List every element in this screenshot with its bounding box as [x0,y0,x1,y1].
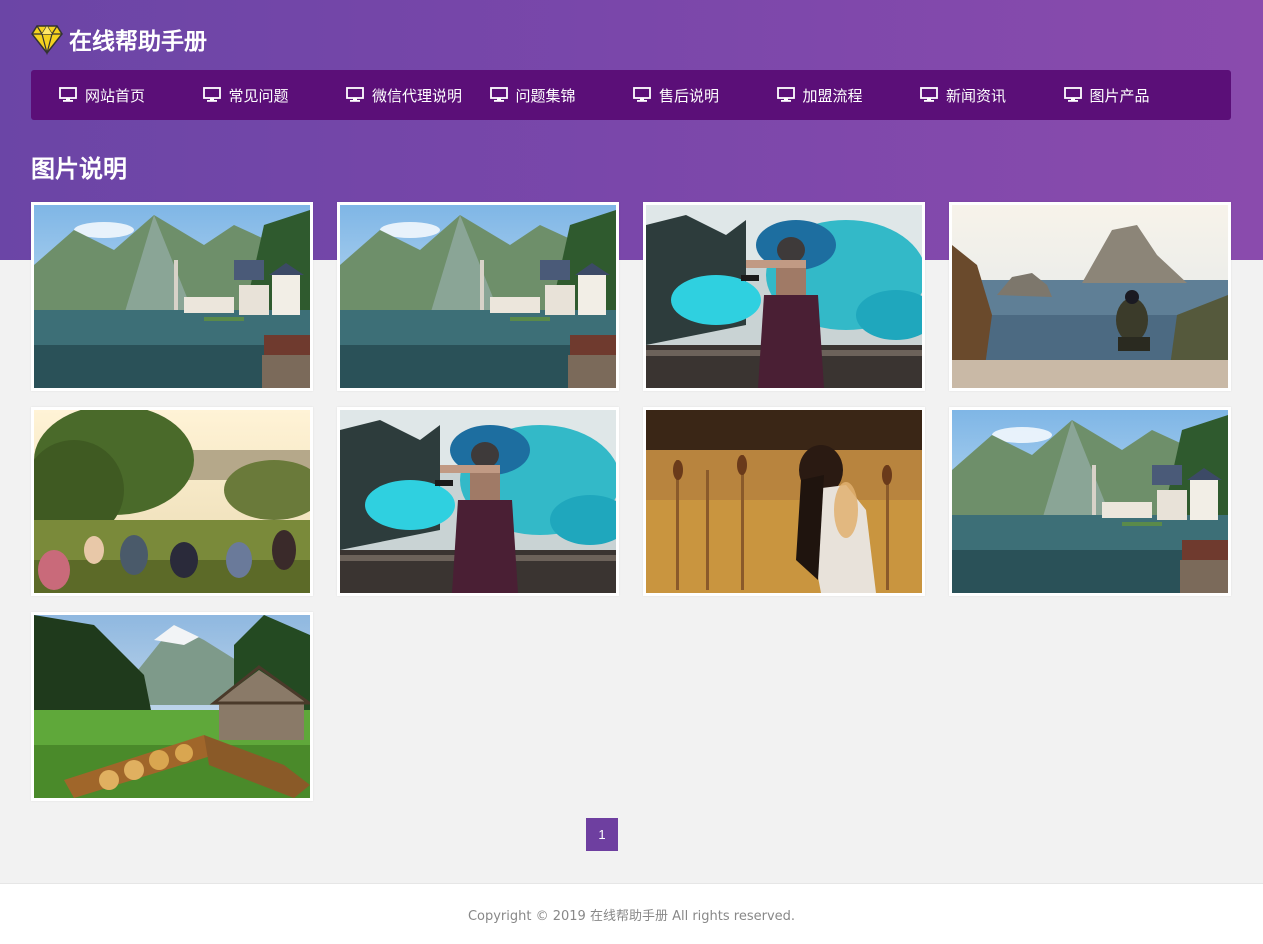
monitor-icon [776,87,795,102]
diamond-icon [31,24,63,56]
nav-item-after-sales[interactable]: 售后说明 [633,85,777,106]
nav-item-home[interactable]: 网站首页 [59,85,203,106]
monitor-icon [489,87,508,102]
photo-card[interactable] [643,407,925,596]
nav-item-wechat-agent[interactable]: 微信代理说明 [346,85,490,106]
photo-card[interactable] [31,612,313,801]
photo-card[interactable] [31,407,313,596]
smoke-girl-photo [340,410,616,593]
photo-card[interactable] [337,407,619,596]
monitor-icon [59,87,77,102]
photo-card[interactable] [949,202,1231,391]
monitor-icon [633,87,651,102]
nav-item-label: 网站首页 [85,86,146,105]
nav-item-label: 问题集锦 [515,86,576,105]
nav-item-label: 常见问题 [228,86,289,105]
photo-card[interactable] [31,202,313,391]
lake-village-photo [34,205,310,388]
monitor-icon [1063,87,1082,102]
nav-item-label: 图片产品 [1089,86,1150,105]
sea-rock-photo [952,205,1228,388]
nav-item-label: 加盟流程 [802,86,863,105]
nav-item-picture-products[interactable]: 图片产品 [1063,85,1208,106]
photo-card[interactable] [643,202,925,391]
nav-item-news[interactable]: 新闻资讯 [920,85,1064,106]
main-nav: 网站首页 常见问题 微信代理说明 问题集锦 售后说明 加盟流程 新闻资讯 图片产… [31,70,1231,120]
footer: Copyright © 2019 在线帮助手册 All rights reser… [0,883,1263,944]
copyright-text: Copyright © 2019 在线帮助手册 All rights reser… [467,908,796,924]
park-crowd-photo [34,410,310,593]
photo-card[interactable] [949,407,1231,596]
monitor-icon [346,87,364,102]
nav-item-franchise[interactable]: 加盟流程 [776,85,921,106]
photo-card[interactable] [337,202,619,391]
nav-item-label: 售后说明 [659,86,720,105]
lake-village-photo [340,205,616,388]
field-woman-photo [646,410,922,593]
monitor-icon [202,87,221,102]
section-title: 图片说明 [31,155,127,183]
nav-item-issues[interactable]: 问题集锦 [489,85,634,106]
site-title: 在线帮助手册 [69,29,207,55]
brand[interactable]: 在线帮助手册 [31,22,207,56]
smoke-girl-photo [646,205,922,388]
nav-item-label: 微信代理说明 [372,86,463,105]
lake-village-photo [952,410,1228,593]
forest-cabin-photo [34,615,310,798]
nav-item-faq[interactable]: 常见问题 [202,85,347,106]
monitor-icon [920,87,938,102]
pagination-page-1[interactable]: 1 [586,818,618,851]
nav-item-label: 新闻资讯 [946,86,1007,105]
